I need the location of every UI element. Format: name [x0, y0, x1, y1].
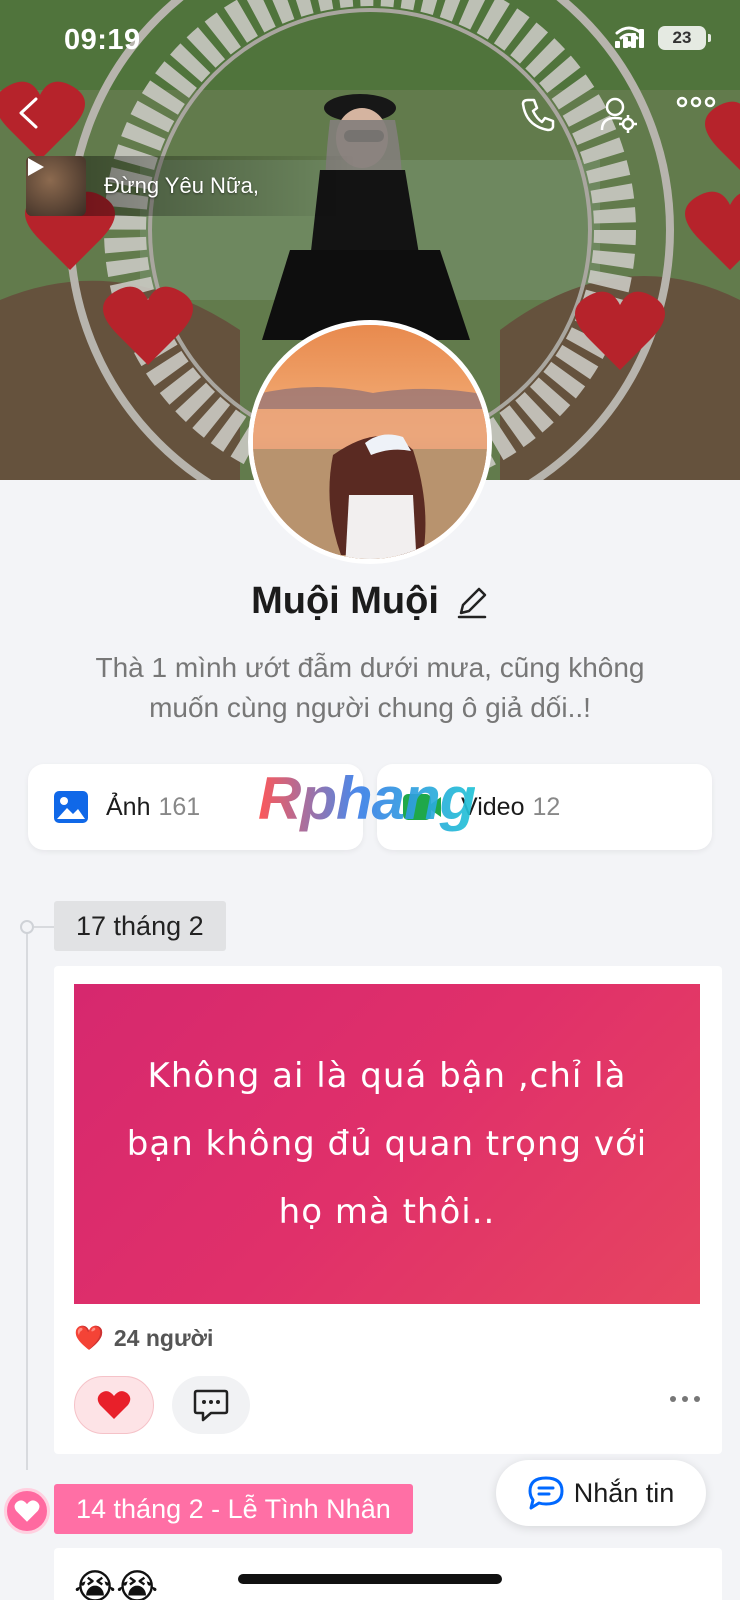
- videos-count: 12: [532, 792, 561, 821]
- reaction-count: 24 người: [113, 1325, 214, 1351]
- back-button[interactable]: [16, 96, 64, 144]
- send-message-button[interactable]: Nhắn tin: [496, 1460, 706, 1526]
- like-button[interactable]: [74, 1376, 154, 1434]
- heart-badge-icon: [4, 1488, 50, 1534]
- valentine-date-tag: 14 tháng 2 - Lễ Tình Nhân: [54, 1484, 413, 1534]
- post-text: Không ai là quá bận ,chỉ là bạn không đủ…: [126, 1056, 648, 1232]
- photos-count: 161: [158, 792, 201, 821]
- status-bar: 09:19 23: [0, 0, 740, 80]
- post-reactions[interactable]: ❤️ 24 người: [74, 1324, 213, 1353]
- battery-indicator: 23: [658, 26, 711, 50]
- call-button[interactable]: [520, 96, 568, 144]
- heart-icon: [97, 1391, 131, 1419]
- watermark-logo: Rphang: [258, 765, 476, 832]
- phone-icon: [521, 98, 555, 132]
- profile-bio: Thà 1 mình ướt đẫm dưới mưa, cũng không …: [95, 652, 645, 723]
- post-emojis: 😭😭: [74, 1566, 159, 1600]
- more-options-button[interactable]: [676, 96, 724, 144]
- chevron-left-icon: [19, 97, 38, 129]
- post-text-banner[interactable]: Không ai là quá bận ,chỉ là bạn không đủ…: [74, 984, 700, 1304]
- comment-icon: [193, 1389, 229, 1422]
- profile-music-player[interactable]: Đừng Yêu Nữa,: [26, 156, 356, 216]
- status-time: 09:19: [64, 24, 141, 56]
- home-indicator[interactable]: [238, 1574, 502, 1584]
- photo-icon: [54, 791, 88, 823]
- play-icon: [28, 158, 44, 176]
- profile-settings-button[interactable]: [600, 96, 648, 144]
- timeline-connector: [34, 926, 54, 928]
- heart-reaction-icon: ❤️: [74, 1325, 104, 1352]
- comment-button[interactable]: [172, 1376, 250, 1434]
- post-more-button[interactable]: [670, 1396, 700, 1402]
- post-date-tag: 17 tháng 2: [54, 901, 226, 951]
- send-message-label: Nhắn tin: [573, 1477, 675, 1508]
- photos-label: Ảnh: [106, 792, 151, 821]
- user-settings-icon: [600, 97, 637, 133]
- more-horizontal-icon: [676, 96, 716, 108]
- edit-pencil-icon[interactable]: [455, 585, 489, 619]
- wifi-icon: [615, 26, 643, 47]
- profile-avatar[interactable]: [248, 320, 492, 564]
- profile-name: Muội Muội: [251, 580, 439, 622]
- chat-bubble-icon: [528, 1476, 564, 1510]
- music-cover-thumbnail[interactable]: [26, 156, 86, 216]
- timeline-dot: [20, 920, 34, 934]
- timeline-line: [26, 925, 28, 1470]
- timeline-post[interactable]: Không ai là quá bận ,chỉ là bạn không đủ…: [54, 966, 722, 1454]
- music-title: Đừng Yêu Nữa,: [104, 173, 260, 198]
